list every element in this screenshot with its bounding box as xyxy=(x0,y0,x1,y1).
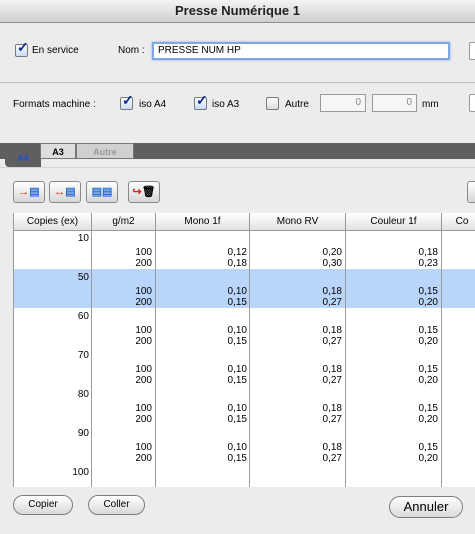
header-grammage[interactable]: g/m2 xyxy=(92,213,156,230)
copy-columns-button[interactable]: ▤▤ xyxy=(86,181,118,203)
swap-columns-icon: ↔▤ xyxy=(54,186,76,198)
cell-copies: 100 xyxy=(72,467,89,478)
title-bar: Presse Numérique 1 xyxy=(0,0,475,23)
cell-couleur-1f: 0,15 xyxy=(418,441,438,453)
copy-columns-icon: ▤▤ xyxy=(91,186,113,198)
header-mono-1f[interactable]: Mono 1f xyxy=(156,213,250,230)
iso-a4-checkbox[interactable]: ✓ xyxy=(120,93,134,110)
cell-couleur-1f: 0,23 xyxy=(418,258,438,269)
header-couleur-1f[interactable]: Couleur 1f xyxy=(346,213,442,230)
cell-couleur-1f: 0,20 xyxy=(418,375,438,386)
cell-copies: 60 xyxy=(77,311,89,322)
autre-checkbox[interactable] xyxy=(266,97,279,110)
en-service-checkbox[interactable]: ✓ xyxy=(15,40,29,57)
cell-couleur-1f: 0,15 xyxy=(418,324,438,336)
checkmark-icon: ✓ xyxy=(122,92,134,108)
header-mono-rv[interactable]: Mono RV xyxy=(250,213,346,230)
cell-couleur-1f: 0,15 xyxy=(418,285,438,297)
cell-copies: 90 xyxy=(77,428,89,439)
checkmark-icon: ✓ xyxy=(196,92,208,108)
autre-height-field[interactable]: 0 xyxy=(372,94,417,112)
edge-button[interactable] xyxy=(469,94,475,112)
annuler-button[interactable]: Annuler xyxy=(389,496,463,518)
formats-machine-label: Formats machine : xyxy=(13,99,96,110)
coller-button[interactable]: Coller xyxy=(88,495,145,515)
cell-copies: 70 xyxy=(77,350,89,361)
delete-row-button[interactable]: ↪🗑 xyxy=(128,181,160,203)
cell-copies: 10 xyxy=(77,233,89,244)
tab-a3[interactable]: A3 xyxy=(40,143,76,159)
cell-couleur-1f: 0,15 xyxy=(418,363,438,375)
tab-a4[interactable]: A4 xyxy=(5,143,41,167)
header-copies[interactable]: Copies (ex) xyxy=(14,213,92,230)
cell-couleur-1f: 0,20 xyxy=(418,414,438,425)
swap-columns-button[interactable]: ↔▤ xyxy=(49,181,81,203)
insert-row-icon: →▤ xyxy=(18,186,40,198)
autre-width-field[interactable]: 0 xyxy=(320,94,366,112)
separator xyxy=(0,167,475,168)
nom-field[interactable]: PRESSE NUM HP xyxy=(152,42,450,60)
autre-label: Autre xyxy=(285,99,309,110)
iso-a3-label: iso A3 xyxy=(212,99,240,110)
cell-couleur-1f: 0,15 xyxy=(418,402,438,414)
tab-autre[interactable]: Autre xyxy=(76,143,134,159)
cell-couleur-1f: 0,18 xyxy=(418,246,438,258)
table-header: Copies (ex) g/m2 Mono 1f Mono RV Couleur… xyxy=(14,213,475,231)
edge-button[interactable] xyxy=(469,42,475,60)
cell-copies: 80 xyxy=(77,389,89,400)
column-divider xyxy=(441,230,442,487)
en-service-label: En service xyxy=(32,45,79,56)
cell-couleur-1f: 0,20 xyxy=(418,336,438,347)
delete-row-icon: ↪🗑 xyxy=(132,186,156,198)
insert-row-button[interactable]: →▤ xyxy=(13,181,45,203)
checkmark-icon: ✓ xyxy=(17,39,29,55)
cell-copies: 50 xyxy=(77,272,89,283)
price-table: Copies (ex) g/m2 Mono 1f Mono RV Couleur… xyxy=(13,213,475,487)
cell-couleur-1f: 0,20 xyxy=(418,297,438,308)
iso-a4-label: iso A4 xyxy=(139,99,167,110)
edge-button[interactable] xyxy=(467,181,475,203)
unit-label: mm xyxy=(422,99,439,110)
header-couleur-rv[interactable]: Co xyxy=(442,213,475,230)
nom-label: Nom : xyxy=(118,45,145,56)
copier-button[interactable]: Copier xyxy=(13,495,73,515)
cell-couleur-1f: 0,20 xyxy=(418,453,438,464)
window-title: Presse Numérique 1 xyxy=(174,3,300,18)
separator xyxy=(0,82,475,83)
iso-a3-checkbox[interactable]: ✓ xyxy=(194,93,208,110)
